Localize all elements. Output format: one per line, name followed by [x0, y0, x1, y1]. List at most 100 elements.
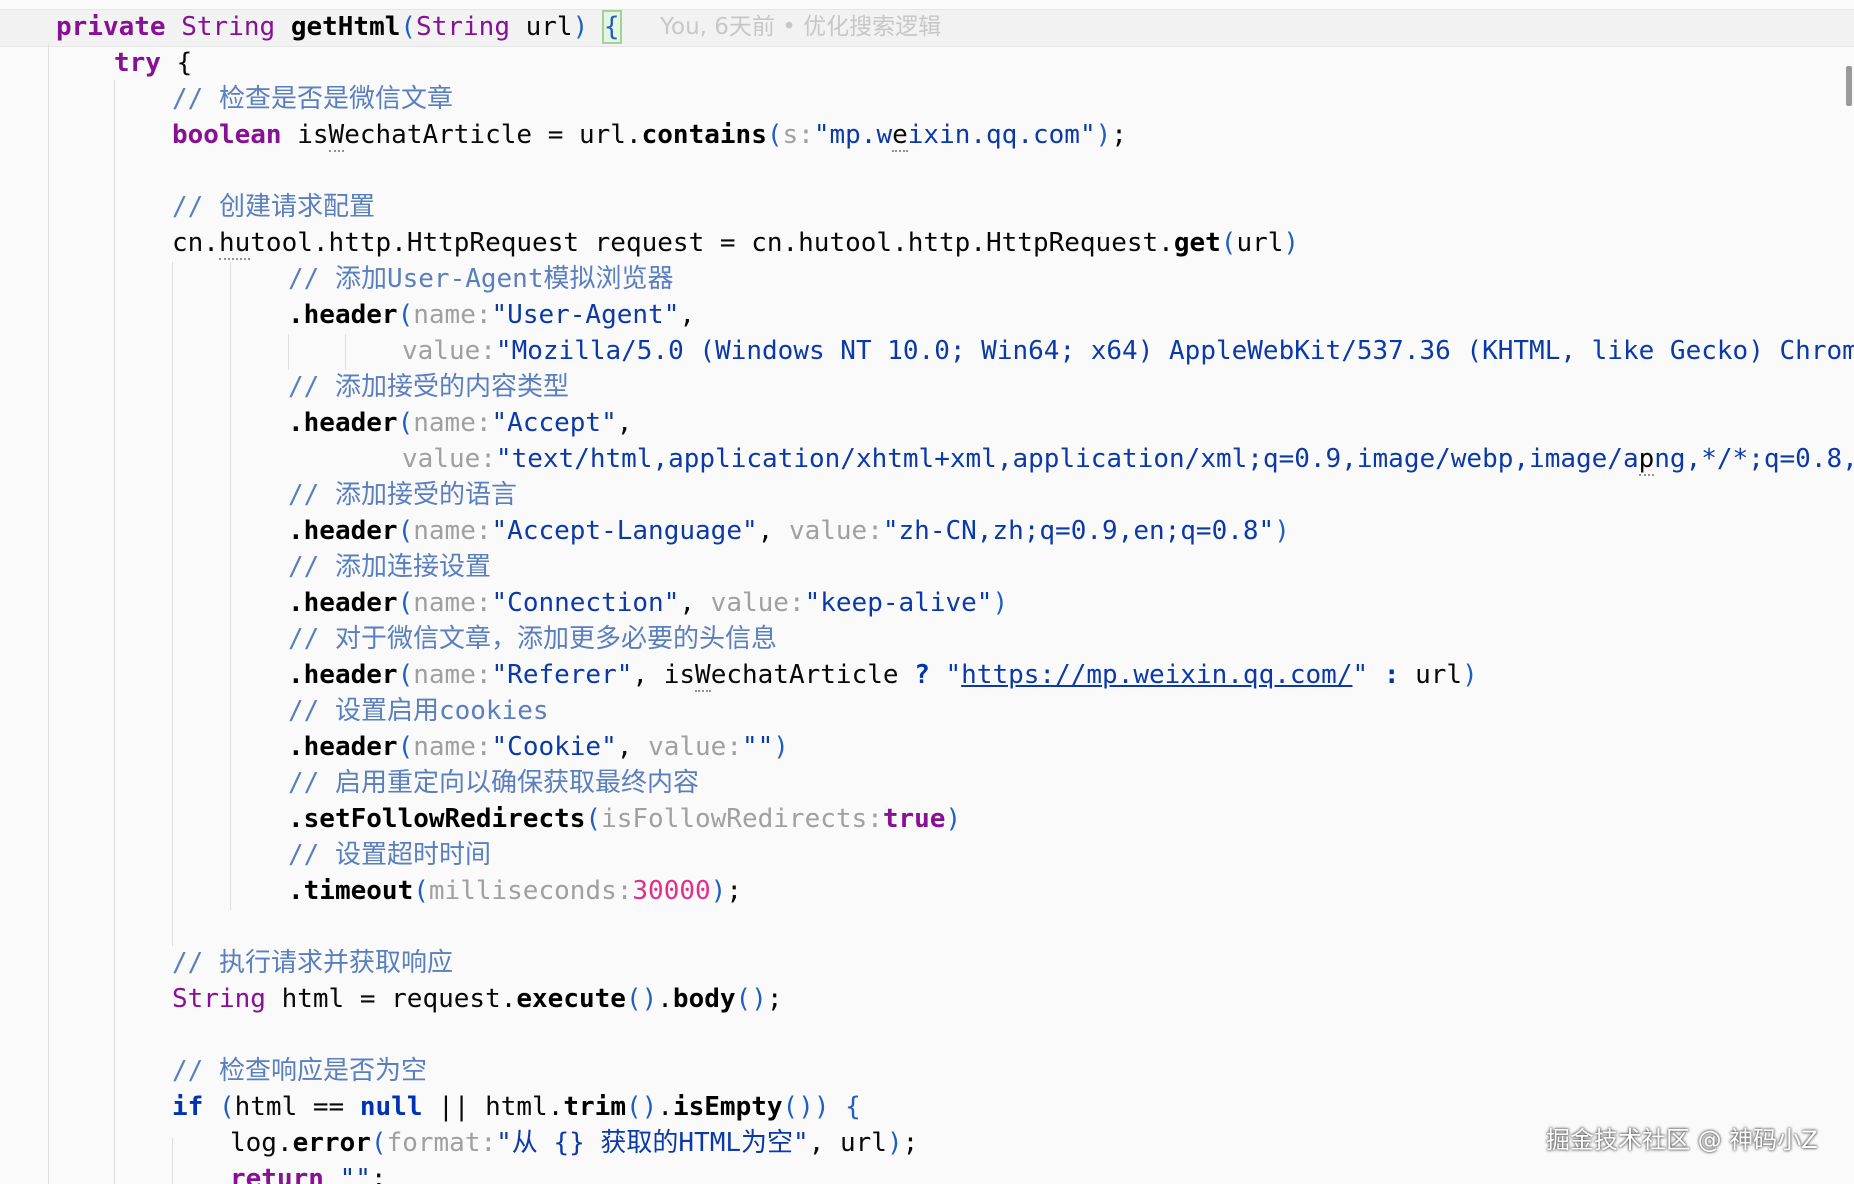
- code-token: ()): [782, 1092, 830, 1122]
- code-token: boolean: [172, 120, 282, 150]
- code-token: name:: [413, 732, 492, 762]
- code-token: .: [657, 1092, 673, 1122]
- code-line[interactable]: // 设置超时时间: [288, 837, 491, 873]
- code-token: tool.http.HttpRequest request = cn.hutoo…: [250, 228, 1174, 258]
- code-token: (: [585, 804, 602, 834]
- code-line[interactable]: // 执行请求并获取响应: [172, 945, 453, 981]
- code-token: body: [672, 984, 736, 1014]
- code-line[interactable]: // 设置启用cookies: [288, 693, 549, 729]
- code-token: s:: [782, 120, 814, 150]
- code-token: "从 {} 获取的HTML为空": [496, 1128, 809, 1158]
- code-line[interactable]: // 添加接受的内容类型: [288, 369, 569, 405]
- code-line[interactable]: .header(name:"Cookie", value:""): [288, 729, 789, 765]
- code-token: ): [572, 12, 589, 42]
- code-line[interactable]: .header(name:"User-Agent",: [288, 297, 695, 333]
- code-token: // 添加连接设置: [288, 552, 491, 582]
- code-token: "Accept-Language": [491, 516, 758, 546]
- code-line[interactable]: return "";: [230, 1161, 387, 1184]
- code-token: ": [1352, 660, 1369, 690]
- code-token: ,: [679, 300, 696, 330]
- code-token: isEmpty: [672, 1092, 783, 1122]
- code-token: ;: [370, 1164, 387, 1184]
- code-token: // 检查响应是否为空: [172, 1056, 427, 1086]
- code-token: (: [218, 1092, 235, 1122]
- code-token: isFollowRedirects:: [601, 804, 883, 834]
- code-token: {: [601, 10, 622, 44]
- code-token: name:: [413, 660, 492, 690]
- code-line[interactable]: .timeout(milliseconds:30000);: [288, 873, 742, 909]
- code-token: ;: [902, 1128, 919, 1158]
- code-token: {: [845, 1092, 861, 1122]
- code-line[interactable]: boolean isWechatArticle = url.contains(s…: [172, 117, 1127, 153]
- code-token: // 执行请求并获取响应: [172, 948, 453, 978]
- code-token: get: [1173, 228, 1221, 258]
- code-token: cn.: [172, 228, 219, 258]
- code-line[interactable]: String html = request.execute().body();: [172, 981, 783, 1017]
- code-line[interactable]: .header(name:"Connection", value:"keep-a…: [288, 585, 1008, 621]
- code-token: || html.: [422, 1092, 564, 1122]
- code-line[interactable]: // 创建请求配置: [172, 189, 375, 225]
- code-line[interactable]: log.error(format:"从 {} 获取的HTML为空", url);: [230, 1125, 918, 1161]
- code-token: url: [1236, 228, 1284, 258]
- code-token: "Accept": [491, 408, 617, 438]
- code-token: ): [773, 732, 789, 762]
- code-line[interactable]: .header(name:"Accept-Language", value:"z…: [288, 513, 1290, 549]
- scrollbar-thumb[interactable]: [1846, 66, 1852, 106]
- code-token: "zh-CN,zh;q=0.9,en;q=0.8": [882, 516, 1275, 546]
- code-token: .header: [288, 300, 398, 330]
- code-line[interactable]: .header(name:"Referer", isWechatArticle …: [288, 657, 1478, 693]
- code-token: ): [1095, 120, 1112, 150]
- code-line[interactable]: // 检查响应是否为空: [172, 1053, 427, 1089]
- code-line[interactable]: // 添加User-Agent模拟浏览器: [288, 261, 674, 297]
- code-token: "keep-alive": [804, 588, 993, 618]
- code-token: ,: [757, 516, 789, 546]
- code-token: (: [400, 12, 417, 42]
- code-line[interactable]: // 检查是否是微信文章: [172, 81, 453, 117]
- code-line[interactable]: value:"text/html,application/xhtml+xml,a…: [402, 441, 1854, 477]
- code-token: ;: [766, 984, 783, 1014]
- code-line[interactable]: // 启用重定向以确保获取最终内容: [288, 765, 699, 801]
- code-line[interactable]: cn.hutool.http.HttpRequest request = cn.…: [172, 225, 1299, 261]
- code-token: if: [172, 1092, 204, 1122]
- code-token: private: [56, 12, 166, 42]
- code-line[interactable]: .setFollowRedirects(isFollowRedirects:tr…: [288, 801, 961, 837]
- code-token: name:: [413, 408, 492, 438]
- code-token: "mp.: [813, 120, 877, 150]
- code-token: ixin.qq.com": [907, 120, 1096, 150]
- code-token: // 添加接受的内容类型: [288, 372, 569, 402]
- code-token: "": [741, 732, 774, 762]
- code-token: (: [397, 300, 414, 330]
- code-line[interactable]: value:"Mozilla/5.0 (Windows NT 10.0; Win…: [402, 333, 1854, 369]
- code-token: "Mozilla/5.0 (Windows NT 10.0; Win64; x6…: [495, 336, 1483, 366]
- code-line[interactable]: // 对于微信文章，添加更多必要的头信息: [288, 621, 777, 657]
- code-line[interactable]: try {: [114, 45, 192, 81]
- code-token: "Connection": [491, 588, 680, 618]
- code-token: return: [230, 1164, 324, 1184]
- code-token: html = request.: [265, 984, 517, 1014]
- code-line[interactable]: // 添加连接设置: [288, 549, 491, 585]
- code-token: getHtml: [290, 12, 401, 42]
- code-editor[interactable]: private String getHtml(String url) {try …: [0, 0, 1854, 1184]
- code-token: "": [339, 1164, 371, 1184]
- code-token: value:: [648, 732, 742, 762]
- code-line[interactable]: .header(name:"Accept",: [288, 405, 632, 441]
- code-token: "User-Agent": [491, 300, 680, 330]
- code-token: (: [397, 516, 414, 546]
- code-line[interactable]: private String getHtml(String url) {: [56, 9, 622, 45]
- code-token: // 添加接受的语言: [288, 480, 517, 510]
- code-token: // 设置超时时间: [288, 840, 491, 870]
- code-token: (): [735, 984, 767, 1014]
- code-token: // 创建请求配置: [172, 192, 375, 222]
- code-token: milliseconds:: [428, 876, 633, 906]
- code-line[interactable]: if (html == null || html.trim().isEmpty(…: [172, 1089, 861, 1125]
- code-line[interactable]: // 添加接受的语言: [288, 477, 517, 513]
- code-token: 30000: [632, 876, 711, 906]
- code-token: .header: [288, 732, 398, 762]
- code-token: K: [1482, 336, 1498, 366]
- code-token: .setFollowRedirects: [288, 804, 586, 834]
- code-token: .: [657, 984, 673, 1014]
- indent-guide: [288, 334, 289, 370]
